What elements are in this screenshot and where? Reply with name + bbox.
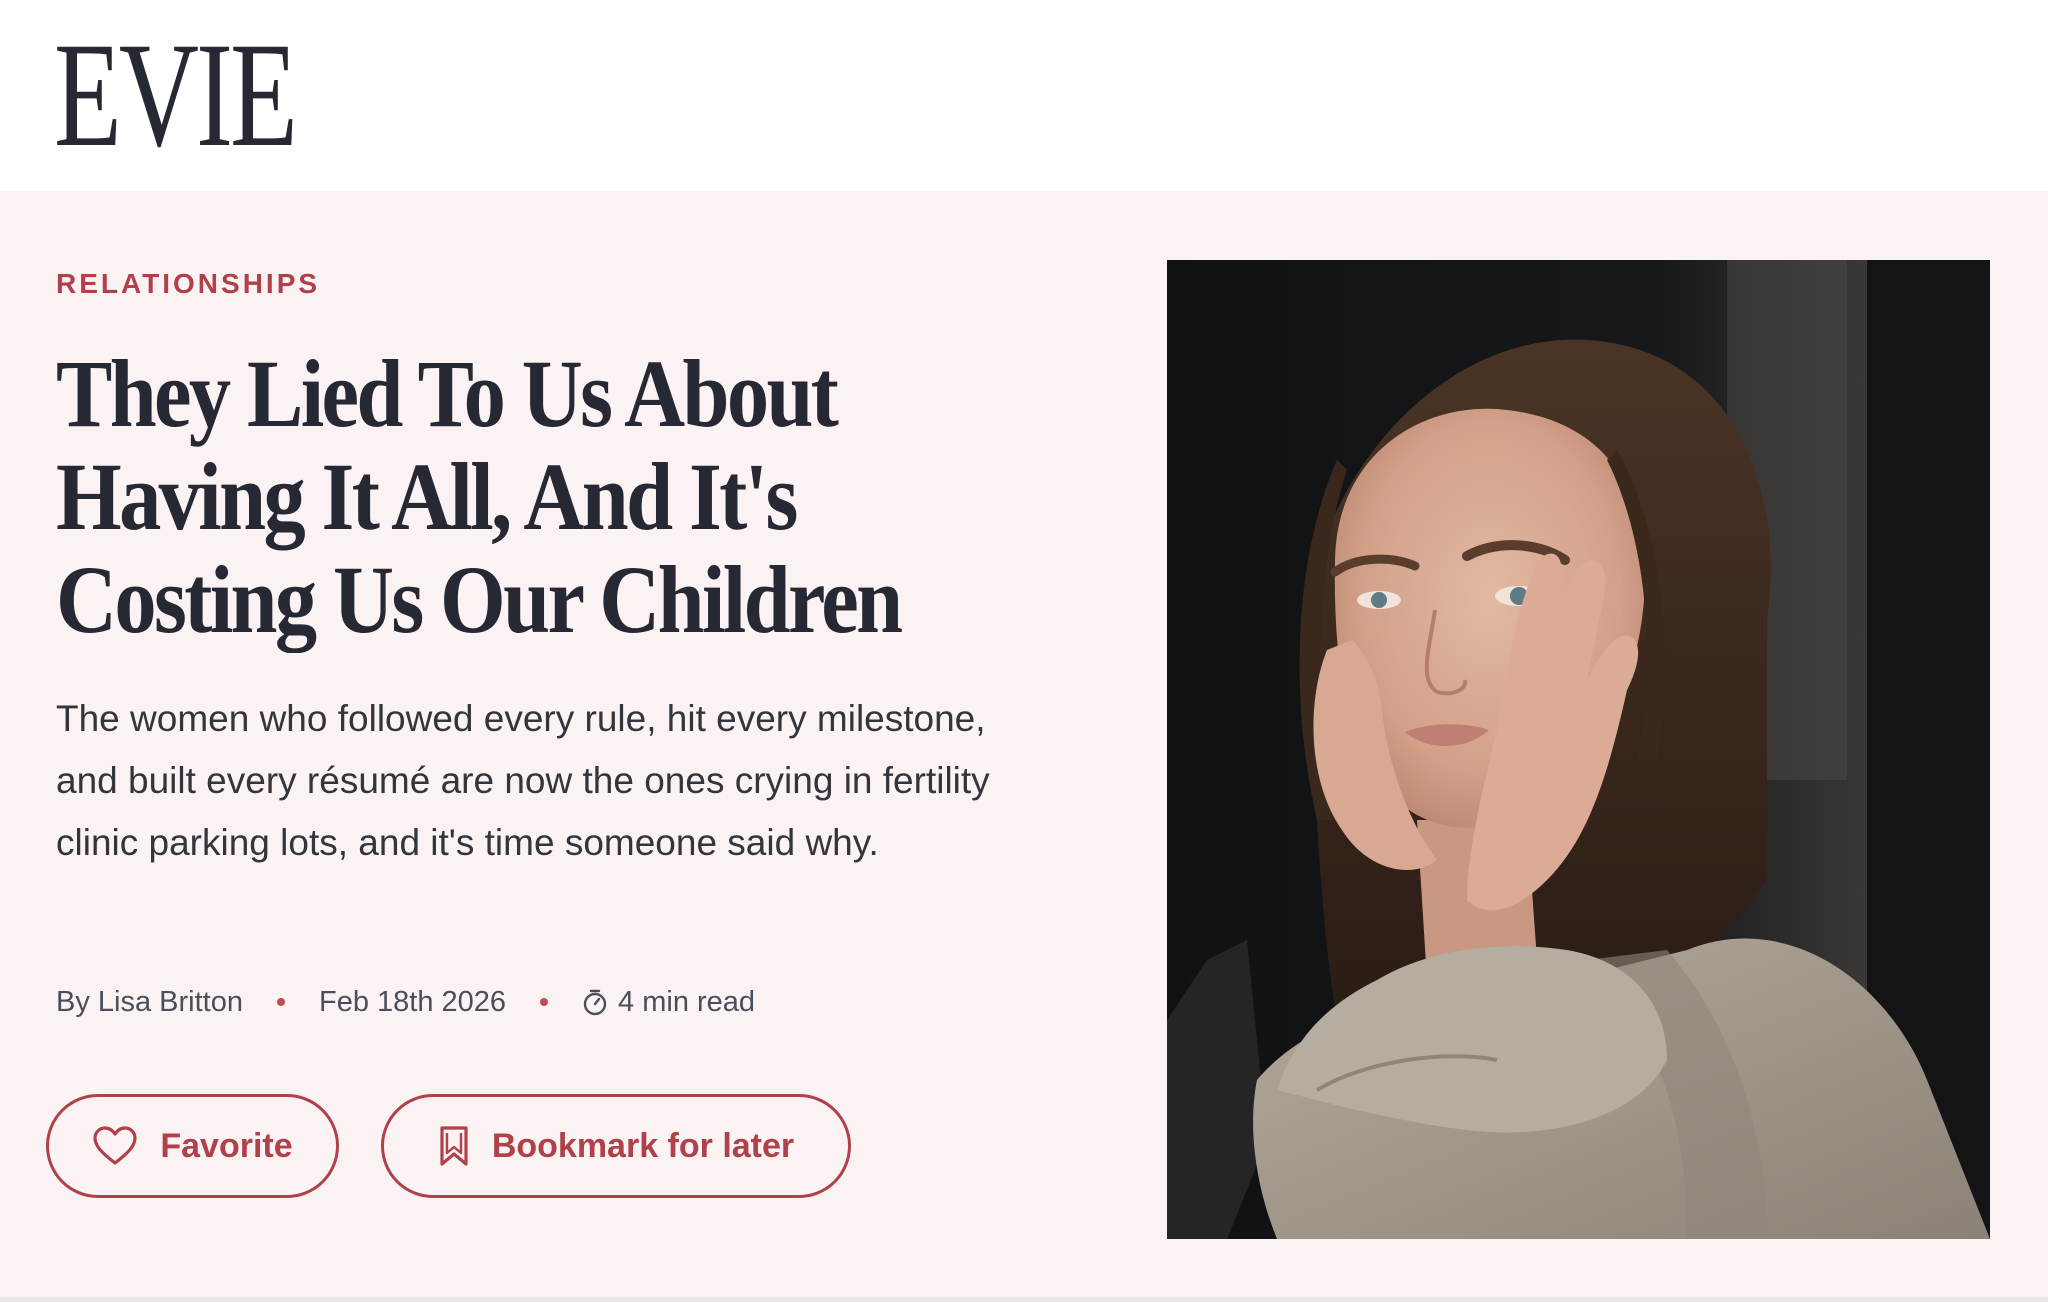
article-dek: The women who followed every rule, hit e… <box>56 698 990 863</box>
article-category[interactable]: RELATIONSHIPS <box>56 268 320 300</box>
meta-separator-dot <box>276 998 285 1006</box>
bookmark-label: Bookmark for later <box>491 1126 795 1165</box>
bookmark-icon <box>438 1125 470 1167</box>
article-headline: They Lied To Us About Having It All, And… <box>56 340 903 653</box>
article-hero-image[interactable] <box>1167 260 1990 1239</box>
article-date: Feb 18th 2026 <box>318 985 507 1018</box>
site-logo[interactable]: EVIE <box>54 20 298 170</box>
section-divider <box>0 1297 2048 1302</box>
site-header: EVIE <box>0 0 2048 191</box>
article-meta: By Lisa Britton Feb 18th 2026 4 min read <box>56 980 755 1024</box>
woman-resting-face-in-hands-photo <box>1167 260 1990 1239</box>
favorite-button[interactable]: Favorite <box>46 1094 339 1198</box>
article-byline[interactable]: By Lisa Britton <box>56 986 243 1019</box>
meta-separator-dot <box>540 998 549 1006</box>
favorite-label: Favorite <box>160 1126 293 1165</box>
stopwatch-icon <box>582 988 608 1016</box>
article-read-time: 4 min read <box>618 985 756 1018</box>
bookmark-button[interactable]: Bookmark for later <box>381 1094 851 1198</box>
heart-icon <box>92 1125 138 1167</box>
